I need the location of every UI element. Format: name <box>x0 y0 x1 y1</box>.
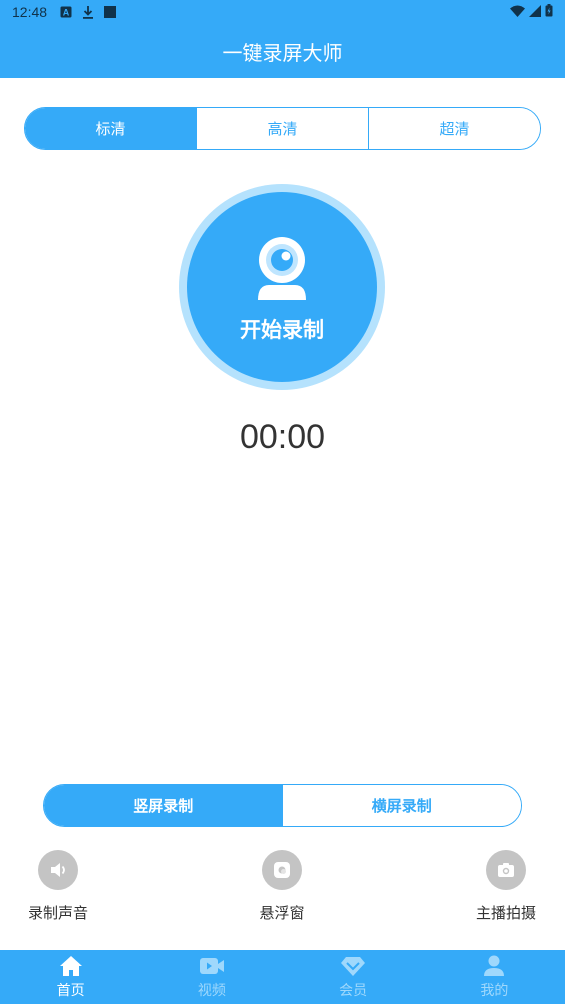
floating-window-label: 悬浮窗 <box>259 904 305 922</box>
home-icon <box>59 955 82 976</box>
tab-video[interactable]: 视频 <box>141 950 282 1004</box>
tab-mine-label: 我的 <box>480 982 509 999</box>
app-title: 一键录屏大师 <box>222 40 343 65</box>
app-bar: 一键录屏大师 <box>0 24 565 78</box>
status-bar: 12:48 A <box>0 0 565 24</box>
webcam-icon <box>258 237 306 300</box>
anchor-camera-tool[interactable]: 主播拍摄 <box>451 850 561 923</box>
diamond-icon <box>341 956 366 976</box>
record-audio-label: 录制声音 <box>27 904 88 922</box>
record-button-ring: 开始录制 <box>179 184 385 390</box>
quality-selector: 标清 高清 超清 <box>24 107 541 150</box>
floating-window-tool[interactable]: 悬浮窗 <box>227 850 337 923</box>
record-timer: 00:00 <box>239 418 326 456</box>
battery-icon <box>545 4 553 20</box>
video-icon <box>199 957 224 974</box>
orientation-selector: 竖屏录制 横屏录制 <box>43 784 522 827</box>
record-audio-circle <box>38 850 78 890</box>
bottom-tab-bar: 首页 视频 会员 我的 <box>0 950 565 1004</box>
quality-option-high[interactable]: 高清 <box>196 108 368 149</box>
camera-icon <box>498 863 514 877</box>
landscape-record-option[interactable]: 横屏录制 <box>282 785 521 826</box>
tab-vip-label: 会员 <box>339 982 368 999</box>
tab-vip[interactable]: 会员 <box>283 950 424 1004</box>
floating-window-icon <box>274 862 290 878</box>
tab-video-label: 视频 <box>197 982 226 999</box>
speaker-icon <box>51 863 65 877</box>
square-notification-icon <box>103 5 117 19</box>
tab-home[interactable]: 首页 <box>0 950 141 1004</box>
download-icon <box>81 5 95 19</box>
svg-text:A: A <box>63 8 70 18</box>
wifi-icon <box>510 4 525 20</box>
tool-row: 录制声音 悬浮窗 主播拍摄 <box>0 850 565 930</box>
record-audio-tool[interactable]: 录制声音 <box>3 850 113 923</box>
floating-window-circle <box>262 850 302 890</box>
person-icon <box>484 955 505 976</box>
quality-option-ultra[interactable]: 超清 <box>368 108 540 149</box>
signal-icon <box>529 4 541 20</box>
anchor-camera-label: 主播拍摄 <box>475 904 536 922</box>
start-record-label: 开始录制 <box>240 318 324 342</box>
tab-home-label: 首页 <box>56 982 85 999</box>
start-record-button[interactable]: 开始录制 <box>187 192 377 382</box>
anchor-camera-circle <box>486 850 526 890</box>
status-time: 12:48 <box>12 4 48 20</box>
app-notification-icon: A <box>59 5 73 19</box>
portrait-record-option[interactable]: 竖屏录制 <box>44 785 283 826</box>
tab-mine[interactable]: 我的 <box>424 950 565 1004</box>
quality-option-standard[interactable]: 标清 <box>25 108 196 149</box>
